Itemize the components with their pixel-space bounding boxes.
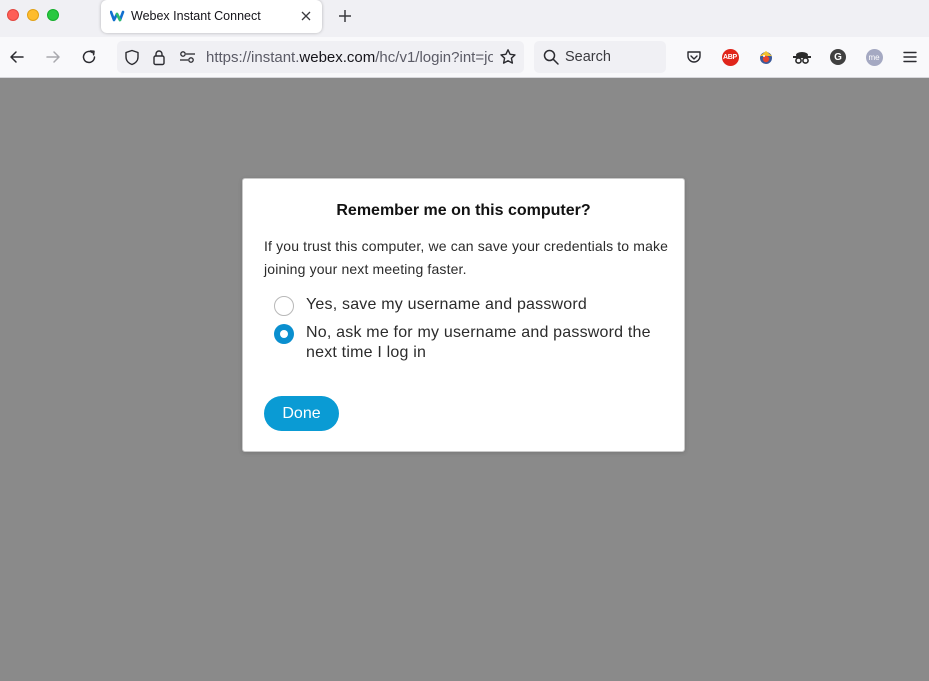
extension-g-icon[interactable]: G: [828, 47, 848, 67]
window-minimize-button[interactable]: [27, 9, 39, 21]
tracking-protection-shield-icon[interactable]: [122, 47, 142, 67]
me-badge: me: [865, 48, 883, 66]
navigation-toolbar: https://instant.webex.com/hc/v1/login?in…: [0, 37, 929, 78]
url-text[interactable]: https://instant.webex.com/hc/v1/login?in…: [206, 49, 493, 66]
extension-spy-icon[interactable]: [792, 47, 812, 67]
url-path: /hc/v1/login?int=jose: [375, 49, 493, 66]
search-placeholder: Search: [565, 49, 611, 65]
window-maximize-button[interactable]: [47, 9, 59, 21]
dialog-title: Remember me on this computer?: [336, 202, 591, 219]
forward-arrow-icon[interactable]: [40, 44, 66, 70]
radio-save-credentials[interactable]: [274, 296, 294, 316]
bookmark-star-icon[interactable]: [498, 47, 518, 67]
lock-icon[interactable]: [149, 47, 169, 67]
reload-icon[interactable]: [76, 44, 102, 70]
tab-title: Webex Instant Connect: [131, 9, 261, 23]
radio-ask-credentials[interactable]: [274, 324, 294, 344]
abp-badge: ABP: [721, 48, 739, 66]
new-tab-icon[interactable]: [333, 4, 357, 28]
window-close-button[interactable]: [7, 9, 19, 21]
remember-me-dialog: Remember me on this computer? If you tru…: [242, 178, 685, 452]
url-host: webex.com: [299, 49, 376, 66]
url-prefix: https://instant.: [206, 49, 300, 66]
pocket-icon[interactable]: [684, 47, 704, 67]
adblock-plus-icon[interactable]: ABP: [720, 47, 740, 67]
close-tab-icon[interactable]: [296, 6, 316, 26]
search-box[interactable]: Search: [534, 41, 666, 73]
tab-strip: Webex Instant Connect: [0, 0, 929, 37]
option-ask-credentials-label: No, ask me for my username and password …: [306, 324, 651, 361]
extension-me-icon[interactable]: me: [864, 47, 884, 67]
address-bar[interactable]: https://instant.webex.com/hc/v1/login?in…: [117, 41, 524, 73]
done-button[interactable]: Done: [264, 396, 339, 431]
dialog-description: If you trust this computer, we can save …: [264, 238, 669, 277]
permissions-settings-icon[interactable]: [177, 47, 197, 67]
back-arrow-icon[interactable]: [4, 44, 30, 70]
option-save-credentials-label: Yes, save my username and password: [306, 296, 588, 313]
extension-bird-icon[interactable]: [756, 47, 776, 67]
g-badge: G: [830, 49, 846, 65]
webex-logo-icon: [110, 10, 125, 22]
hamburger-menu-icon[interactable]: [900, 47, 920, 67]
search-icon: [543, 49, 559, 65]
active-tab[interactable]: Webex Instant Connect: [101, 0, 322, 33]
